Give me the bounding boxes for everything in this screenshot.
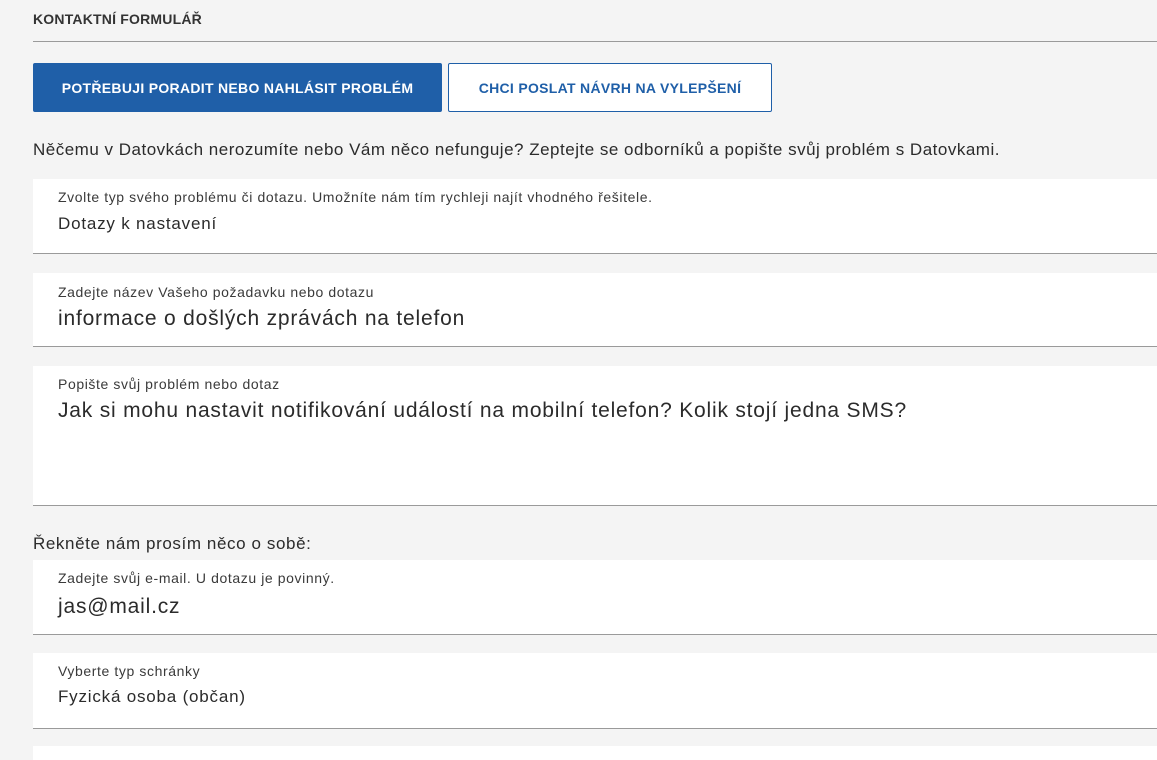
- request-title-label: Zadejte název Vašeho požadavku nebo dota…: [58, 284, 375, 300]
- description-value: Jak si mohu nastavit notifikování událos…: [58, 399, 907, 422]
- mailbox-type-label: Vyberte typ schránky: [58, 663, 201, 679]
- description-label: Popište svůj problém nebo dotaz: [58, 376, 280, 392]
- email-field[interactable]: Zadejte svůj e-mail. U dotazu je povinný…: [33, 560, 1157, 635]
- email-value: jas@mail.cz: [58, 595, 181, 618]
- mailbox-type-select[interactable]: Vyberte typ schránky Fyzická osoba (obča…: [33, 653, 1157, 729]
- next-field-partial[interactable]: [33, 746, 1157, 760]
- title-divider: [33, 41, 1157, 42]
- request-title-input[interactable]: Zadejte název Vašeho požadavku nebo dota…: [33, 273, 1157, 347]
- intro-text: Něčemu v Datovkách nerozumíte nebo Vám n…: [33, 140, 1000, 159]
- contact-form-page: KONTAKTNÍ FORMULÁŘ POTŘEBUJI PORADIT NEB…: [0, 0, 1157, 760]
- form-title: KONTAKTNÍ FORMULÁŘ: [33, 11, 202, 27]
- mailbox-type-value: Fyzická osoba (občan): [58, 687, 246, 706]
- problem-type-value: Dotazy k nastavení: [58, 214, 217, 233]
- request-title-value: informace o došlých zprávách na telefon: [58, 307, 466, 330]
- report-problem-tab[interactable]: POTŘEBUJI PORADIT NEBO NAHLÁSIT PROBLÉM: [33, 63, 442, 112]
- problem-type-label: Zvolte typ svého problému či dotazu. Umo…: [58, 189, 653, 205]
- email-label: Zadejte svůj e-mail. U dotazu je povinný…: [58, 570, 335, 586]
- about-you-heading: Řekněte nám prosím něco o sobě:: [33, 534, 312, 553]
- problem-type-select[interactable]: Zvolte typ svého problému či dotazu. Umo…: [33, 179, 1157, 254]
- suggest-improvement-tab[interactable]: CHCI POSLAT NÁVRH NA VYLEPŠENÍ: [448, 63, 772, 112]
- description-textarea[interactable]: Popište svůj problém nebo dotaz Jak si m…: [33, 366, 1157, 506]
